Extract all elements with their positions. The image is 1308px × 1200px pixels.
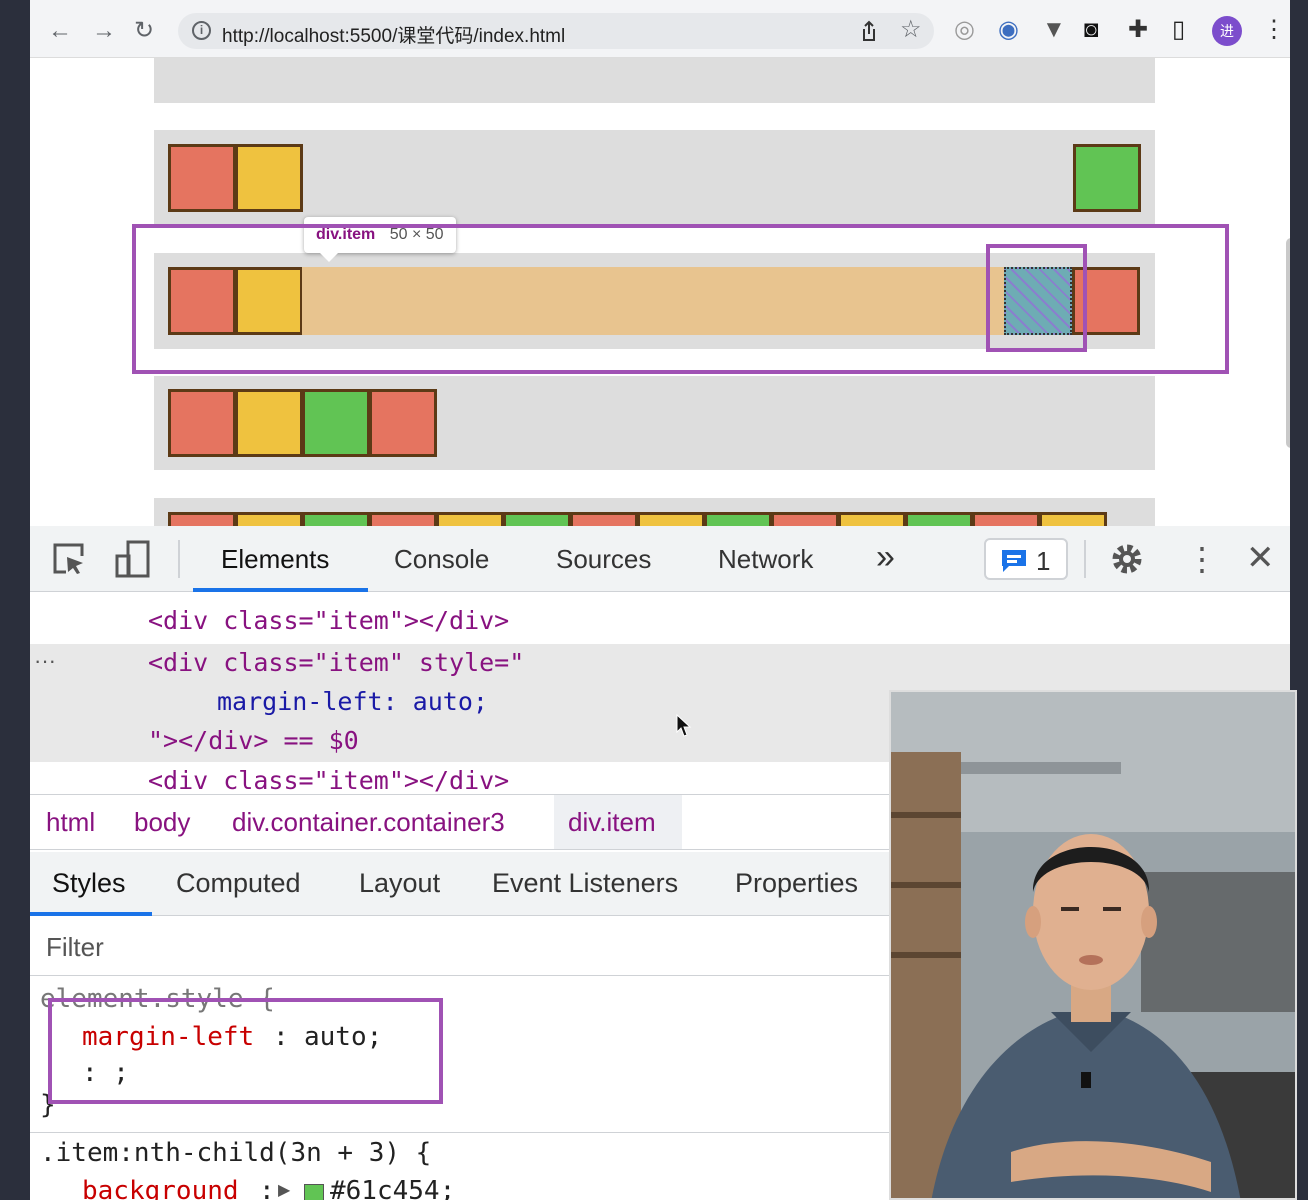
breadcrumb-html[interactable]: html	[46, 807, 95, 838]
item-box	[302, 389, 370, 457]
reload-icon[interactable]: ↻	[134, 19, 154, 43]
vue-devtools-icon[interactable]: ▼	[1042, 18, 1066, 42]
sidebar-icon[interactable]: ▯	[1172, 18, 1185, 42]
tab-separator	[1084, 540, 1086, 578]
item-box	[905, 512, 973, 526]
item-box	[1073, 144, 1141, 212]
css-colon: :	[259, 1176, 275, 1200]
inspect-element-icon[interactable]	[52, 542, 86, 576]
dom-line[interactable]: <div class="item"></div>	[148, 606, 509, 635]
item-box	[972, 512, 1040, 526]
more-tabs-icon[interactable]: »	[876, 538, 895, 577]
presenter-video	[891, 692, 1295, 1198]
tab-console[interactable]: Console	[394, 544, 489, 575]
rule-divider	[30, 1132, 890, 1133]
css-prop-background[interactable]: background	[82, 1176, 239, 1200]
menu-icon[interactable]: ⋮	[1262, 18, 1286, 42]
dom-line[interactable]: <div class="item"></div>	[148, 766, 509, 792]
item-box	[838, 512, 906, 526]
tab-separator	[178, 540, 180, 578]
browser-toolbar: ← → ↻ i http://localhost:5500/课堂代码/index…	[30, 0, 1290, 58]
filter-placeholder: Filter	[46, 932, 104, 962]
close-devtools-icon[interactable]: ✕	[1246, 538, 1275, 578]
item-box	[436, 512, 504, 526]
devtools-tab-bar: Elements Console Sources Network » 1 ⋮ ✕	[30, 526, 1290, 592]
nth-child-rule-selector: .item:nth-child(3n + 3) {	[40, 1138, 432, 1168]
item-box	[168, 389, 236, 457]
breadcrumb-container[interactable]: div.container.container3	[232, 807, 505, 838]
dom-selected-node-close[interactable]: "></div> == $0	[148, 726, 359, 755]
item-box	[302, 512, 370, 526]
tab-computed[interactable]: Computed	[176, 868, 301, 899]
breadcrumb: html body div.container.container3 div.i…	[30, 794, 890, 850]
highlight-selected-item	[986, 244, 1087, 352]
item-box	[168, 144, 236, 212]
settings-gear-icon[interactable]	[1110, 542, 1144, 576]
issues-count: 1	[1036, 546, 1051, 576]
css-value-background[interactable]: #61c454;	[330, 1176, 455, 1200]
container-4	[154, 376, 1155, 470]
dom-selected-node-style[interactable]: margin-left: auto;	[217, 687, 488, 716]
tab-sources[interactable]: Sources	[556, 544, 651, 575]
url-text: http://localhost:5500/课堂代码/index.html	[222, 26, 566, 47]
address-bar[interactable]: i http://localhost:5500/课堂代码/index.html	[178, 13, 934, 49]
device-toolbar-icon[interactable]	[114, 540, 152, 578]
tab-network[interactable]: Network	[718, 544, 813, 575]
webcam-overlay	[889, 690, 1297, 1200]
page-scrollbar[interactable]	[1286, 238, 1290, 448]
extension-icon-3[interactable]: ◙	[1084, 18, 1099, 42]
info-icon[interactable]: i	[192, 21, 211, 40]
breadcrumb-item[interactable]: div.item	[568, 807, 656, 838]
issues-icon	[1002, 550, 1026, 572]
item-box	[503, 512, 571, 526]
item-box	[235, 389, 303, 457]
extension-icon-2[interactable]: ◉	[998, 18, 1019, 42]
tab-properties[interactable]: Properties	[735, 868, 858, 899]
item-box	[771, 512, 839, 526]
mouse-cursor-icon	[676, 714, 692, 737]
styles-filter-field[interactable]: Filter	[30, 918, 890, 976]
item-box	[235, 144, 303, 212]
container-5	[154, 498, 1155, 526]
kebab-menu-icon[interactable]: ⋮	[1186, 540, 1218, 578]
item-box	[168, 512, 236, 526]
forward-icon[interactable]: →	[92, 19, 116, 43]
item-box	[235, 512, 303, 526]
color-swatch[interactable]	[304, 1184, 324, 1200]
tab-elements[interactable]: Elements	[221, 544, 329, 575]
tab-event-listeners[interactable]: Event Listeners	[492, 868, 678, 899]
highlight-css-edit	[48, 998, 443, 1104]
avatar[interactable]: 进	[1212, 16, 1242, 46]
item-box	[369, 389, 437, 457]
breadcrumb-body[interactable]: body	[134, 807, 190, 838]
item-box	[704, 512, 772, 526]
tab-layout[interactable]: Layout	[359, 868, 440, 899]
star-icon[interactable]: ☆	[900, 18, 922, 42]
tab-styles-underline	[30, 912, 152, 916]
puzzle-icon[interactable]: ✚	[1128, 18, 1148, 42]
item-box	[637, 512, 705, 526]
item-box	[1039, 512, 1107, 526]
node-actions-ellipsis[interactable]: ···	[34, 648, 56, 674]
issues-badge[interactable]: 1	[984, 538, 1068, 580]
tab-styles[interactable]: Styles	[52, 868, 126, 899]
container-2	[154, 130, 1155, 226]
share-icon[interactable]	[858, 20, 880, 42]
expand-triangle-icon[interactable]: ▶	[278, 1180, 290, 1200]
dom-selected-node-open[interactable]: <div class="item" style="	[148, 648, 524, 677]
back-icon[interactable]: ←	[48, 19, 72, 43]
item-box	[570, 512, 638, 526]
extension-icon-1[interactable]: ◎	[954, 18, 975, 42]
item-box	[369, 512, 437, 526]
container-1	[154, 58, 1155, 103]
styles-tab-bar: Styles Computed Layout Event Listeners P…	[30, 852, 890, 916]
